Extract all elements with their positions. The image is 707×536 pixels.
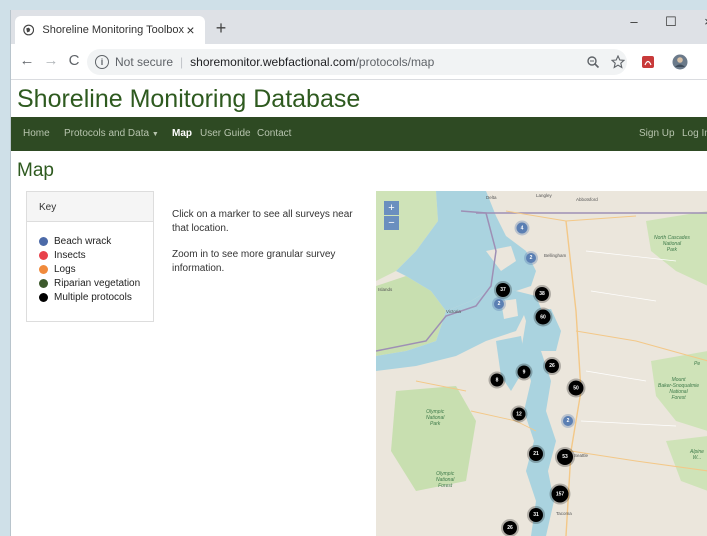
browser-window: Shoreline Monitoring Toolbox × + – ☐ × ←… [10, 10, 707, 536]
key-item-multiple-protocols: Multiple protocols [39, 290, 153, 304]
new-tab-button[interactable]: + [211, 19, 231, 37]
globe-icon [23, 24, 35, 36]
address-bar-row: ← → C i Not secure | shoremonitor.webfac… [11, 44, 707, 80]
key-item-beach-wrack: Beach wrack [39, 234, 153, 248]
forward-button[interactable]: → [41, 52, 61, 70]
map-label-north-cascades: North Cascades National Park [654, 235, 690, 253]
key-swatch [39, 264, 48, 274]
map-marker[interactable]: 9 [517, 365, 531, 379]
key-label: Logs [54, 263, 76, 275]
map-label-islands: Islands [378, 287, 393, 292]
key-panel: Key Beach wrack Insects Logs Riparian ve… [26, 191, 154, 322]
map-label-tacoma: Tacoma [556, 511, 572, 516]
map-marker[interactable]: 37 [496, 283, 510, 297]
zoom-magnifier-icon[interactable] [584, 53, 602, 71]
url-host: shoremonitor.webfactional.com [190, 55, 356, 69]
pdf-extension-icon[interactable] [639, 53, 657, 71]
map-label-bellingham: Bellingham [544, 253, 567, 258]
map-marker[interactable]: 26 [545, 359, 559, 373]
map-marker[interactable]: 2 [563, 416, 573, 426]
map-marker[interactable]: 2 [494, 299, 504, 309]
tab-close-icon[interactable]: × [184, 22, 197, 38]
map-label-alpine: Alpine W... [690, 449, 704, 461]
nav-protocols-label: Protocols and Data [64, 128, 150, 139]
close-window-button[interactable]: × [693, 14, 707, 29]
key-item-riparian-vegetation: Riparian vegetation [39, 276, 153, 290]
map-label-mount-baker: Mount Baker-Snoqualmie National Forest [658, 377, 700, 401]
instruction-zoom: Zoom in to see more granular survey info… [172, 249, 336, 274]
map-marker[interactable]: 157 [551, 485, 569, 503]
map-label-pe: Pe [694, 361, 701, 367]
map-marker[interactable]: 12 [512, 407, 526, 421]
key-item-insects: Insects [39, 248, 153, 262]
survey-map[interactable]: + − Delta Langley Abbotsford Bellingham … [376, 191, 707, 536]
map-label-abbotsford: Abbotsford [576, 197, 598, 202]
map-marker[interactable]: 38 [535, 287, 549, 301]
reload-button[interactable]: C [64, 52, 84, 70]
key-title: Key [27, 192, 153, 222]
map-marker[interactable]: 31 [529, 508, 543, 522]
maximize-button[interactable]: ☐ [656, 14, 686, 30]
map-label-seattle: Seattle [574, 453, 589, 458]
url-text: shoremonitor.webfactional.com/protocols/… [190, 55, 434, 69]
map-label-olympic-park: Olympic National Park [426, 409, 445, 427]
minimize-button[interactable]: – [619, 14, 649, 29]
map-marker[interactable]: 50 [568, 380, 584, 396]
nav-log-in[interactable]: Log In [682, 128, 707, 139]
instruction-click-marker: Click on a marker to see all surveys nea… [172, 209, 353, 234]
map-marker[interactable]: 26 [503, 521, 517, 535]
key-label: Riparian vegetation [54, 277, 141, 289]
nav-contact[interactable]: Contact [257, 128, 291, 139]
map-zoom-in-button[interactable]: + [384, 201, 399, 215]
nav-sign-up[interactable]: Sign Up [639, 128, 675, 139]
map-marker[interactable]: 60 [535, 309, 551, 325]
map-marker[interactable]: 53 [557, 449, 573, 465]
map-marker[interactable]: 4 [516, 222, 528, 234]
bookmark-star-icon[interactable] [609, 53, 627, 71]
nav-protocols-and-data[interactable]: Protocols and Data ▼ [64, 128, 159, 139]
url-path: /protocols/map [355, 55, 435, 69]
main-navbar: Home Protocols and Data ▼ Map User Guide… [11, 117, 707, 151]
site-title: Shoreline Monitoring Database [17, 85, 361, 113]
key-list: Beach wrack Insects Logs Riparian vegeta… [27, 222, 153, 304]
key-swatch [39, 292, 48, 302]
url-separator: | [180, 55, 184, 69]
key-label: Multiple protocols [54, 291, 132, 303]
nav-home[interactable]: Home [23, 128, 50, 139]
map-label-delta: Delta [486, 195, 497, 200]
key-label: Insects [54, 249, 86, 261]
map-marker[interactable]: 8 [490, 373, 504, 387]
map-label-victoria: Victoria [446, 309, 461, 314]
map-zoom-out-button[interactable]: − [384, 216, 399, 230]
map-marker[interactable]: 21 [529, 447, 543, 461]
map-marker[interactable]: 2 [526, 253, 536, 263]
tab-strip: Shoreline Monitoring Toolbox × + – ☐ × [11, 10, 707, 44]
tab-title: Shoreline Monitoring Toolbox [42, 24, 185, 36]
url-input[interactable]: i Not secure | shoremonitor.webfactional… [87, 49, 627, 75]
map-label-olympic-forest: Olympic National Forest [436, 471, 455, 489]
key-swatch [39, 236, 48, 246]
page-heading: Map [17, 160, 54, 181]
map-label-langley: Langley [536, 193, 552, 198]
nav-user-guide[interactable]: User Guide [200, 128, 251, 139]
key-label: Beach wrack [54, 235, 112, 247]
key-swatch [39, 250, 48, 260]
security-label: Not secure [115, 55, 174, 69]
back-button[interactable]: ← [17, 52, 37, 70]
nav-map[interactable]: Map [172, 128, 192, 139]
caret-down-icon: ▼ [151, 131, 159, 138]
key-item-logs: Logs [39, 262, 153, 276]
key-swatch [39, 278, 48, 288]
profile-avatar-icon[interactable] [671, 53, 689, 71]
browser-tab[interactable]: Shoreline Monitoring Toolbox × [15, 16, 205, 44]
info-icon[interactable]: i [95, 55, 109, 69]
